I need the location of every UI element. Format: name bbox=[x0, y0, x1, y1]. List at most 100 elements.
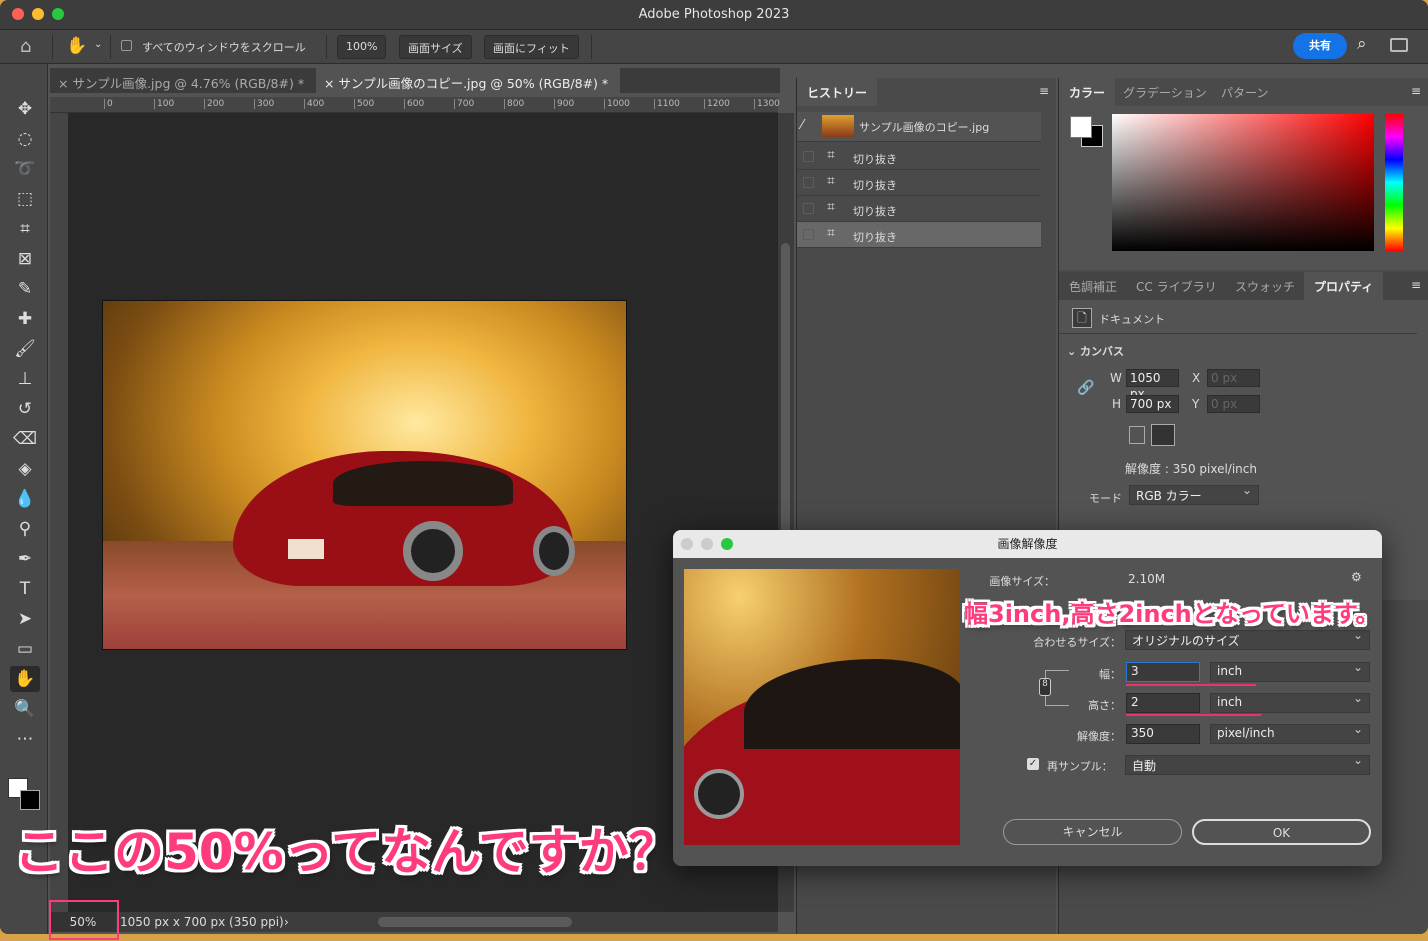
move-tool-icon[interactable]: ✥ bbox=[10, 96, 40, 122]
status-bar: 50% 1050 px x 700 px (350 ppi) › bbox=[50, 912, 778, 932]
ruler-tick-label: 1300 bbox=[754, 99, 780, 109]
tab-gradient[interactable]: グラデーション bbox=[1113, 78, 1217, 106]
pen-tool-icon[interactable]: ✒ bbox=[10, 546, 40, 572]
ruler-tick-label: 600 bbox=[404, 99, 424, 109]
resolution-unit-select[interactable]: pixel/inch bbox=[1210, 722, 1370, 744]
canvas-section-toggle[interactable]: ⌄ カンバス bbox=[1067, 343, 1124, 359]
dialog-zoom-button[interactable] bbox=[721, 538, 733, 550]
dialog-minimize-button bbox=[701, 538, 713, 550]
width-underline-annotation bbox=[1126, 684, 1256, 686]
tab-pattern[interactable]: パターン bbox=[1211, 78, 1278, 106]
history-item[interactable]: ⌗ 切り抜き bbox=[797, 170, 1041, 196]
tab-swatches[interactable]: スウォッチ bbox=[1225, 272, 1305, 300]
hue-slider[interactable] bbox=[1385, 114, 1403, 251]
brush-tool-icon[interactable]: 🖌 bbox=[10, 336, 40, 362]
screen-size-button[interactable]: 画面サイズ bbox=[399, 35, 472, 59]
color-mode-select[interactable]: RGB カラー bbox=[1129, 483, 1259, 505]
gear-icon[interactable]: ⚙ bbox=[1351, 570, 1362, 584]
tab-color[interactable]: カラー bbox=[1059, 78, 1116, 106]
search-icon[interactable]: ⌕ bbox=[1357, 34, 1367, 54]
path-select-icon[interactable]: ➤ bbox=[10, 606, 40, 632]
width-input[interactable]: 3 bbox=[1126, 662, 1200, 682]
marquee-tool-icon[interactable]: ◌ bbox=[10, 126, 40, 152]
status-menu-arrow[interactable]: › bbox=[284, 915, 289, 929]
width-unit-select[interactable]: inch bbox=[1210, 660, 1370, 682]
document-image bbox=[102, 300, 627, 650]
scroll-all-label: すべてのウィンドウをスクロール bbox=[142, 41, 306, 54]
tab-cc-libraries[interactable]: CC ライブラリ bbox=[1126, 272, 1227, 300]
zoom-tool-icon[interactable]: 🔍 bbox=[10, 696, 40, 722]
height-underline-annotation bbox=[1126, 714, 1261, 716]
height-input[interactable]: 2 bbox=[1126, 693, 1200, 713]
home-icon[interactable]: ⌂ bbox=[20, 36, 31, 57]
resolution-input[interactable]: 350 bbox=[1126, 724, 1200, 744]
rectangle-tool-icon[interactable]: ▭ bbox=[10, 636, 40, 662]
eraser-tool-icon[interactable]: ⌫ bbox=[10, 426, 40, 452]
dialog-annotation: 幅3inch,高さ2inchとなっています。 bbox=[964, 600, 1380, 628]
zoom-100-button[interactable]: 100% bbox=[337, 35, 387, 59]
frame-tool-icon[interactable]: ⊠ bbox=[10, 246, 40, 272]
foreground-color-swatch[interactable] bbox=[1070, 116, 1092, 138]
crop-icon: ⌗ bbox=[827, 199, 835, 215]
history-item[interactable]: ⌗ 切り抜き bbox=[797, 222, 1041, 248]
type-tool-icon[interactable]: T bbox=[10, 576, 40, 602]
link-icon[interactable]: 🔗 bbox=[1077, 380, 1094, 396]
more-tools-icon[interactable]: ⋯ bbox=[10, 726, 40, 752]
title-bar: Adobe Photoshop 2023 bbox=[0, 0, 1428, 30]
hand-tool-icon[interactable]: ✋ bbox=[66, 36, 87, 56]
crop-tool-icon[interactable]: ⌗ bbox=[10, 216, 40, 242]
history-item[interactable]: ⌗ 切り抜き bbox=[797, 144, 1041, 170]
window-title: Adobe Photoshop 2023 bbox=[638, 7, 790, 22]
stamp-tool-icon[interactable]: ⊥ bbox=[10, 366, 40, 392]
fit-to-select[interactable]: オリジナルのサイズ bbox=[1125, 628, 1370, 650]
image-preview[interactable] bbox=[684, 569, 960, 845]
history-checkbox[interactable] bbox=[803, 151, 814, 162]
history-checkbox[interactable] bbox=[803, 229, 814, 240]
history-checkbox[interactable] bbox=[803, 203, 814, 214]
scroll-all-checkbox[interactable] bbox=[121, 40, 132, 51]
zoom-highlight-box bbox=[49, 900, 119, 940]
panel-menu-icon[interactable]: ≡ bbox=[1411, 278, 1421, 292]
eyedropper-tool-icon[interactable]: ✎ bbox=[10, 276, 40, 302]
dodge-tool-icon[interactable]: ⚲ bbox=[10, 516, 40, 542]
paint-bucket-icon[interactable]: ◈ bbox=[10, 456, 40, 482]
canvas-x-field[interactable]: 0 px bbox=[1207, 369, 1260, 387]
share-button[interactable]: 共有 bbox=[1293, 33, 1347, 59]
blur-tool-icon[interactable]: 💧 bbox=[10, 486, 40, 512]
panel-menu-icon[interactable]: ≡ bbox=[1039, 84, 1049, 98]
tab-history[interactable]: ヒストリー bbox=[797, 78, 878, 106]
tab-adjustments[interactable]: 色調補正 bbox=[1059, 272, 1127, 300]
tab-sample-image[interactable]: × サンプル画像.jpg @ 4.76% (RGB/8#) * bbox=[50, 68, 316, 93]
tab-properties[interactable]: プロパティ bbox=[1304, 272, 1384, 300]
lasso-tool-icon[interactable]: ➰ bbox=[10, 156, 40, 182]
cancel-button[interactable]: キャンセル bbox=[1003, 819, 1182, 845]
canvas-height-field[interactable]: 700 px bbox=[1126, 395, 1179, 413]
history-item[interactable]: ⌗ 切り抜き bbox=[797, 196, 1041, 222]
height-unit-select[interactable]: inch bbox=[1210, 691, 1370, 713]
history-brush-icon[interactable]: ↺ bbox=[10, 396, 40, 422]
canvas-y-field[interactable]: 0 px bbox=[1207, 395, 1260, 413]
healing-brush-icon[interactable]: ✚ bbox=[10, 306, 40, 332]
horizontal-scrollbar[interactable] bbox=[378, 917, 572, 927]
object-select-tool-icon[interactable]: ⬚ bbox=[10, 186, 40, 212]
close-icon[interactable]: × bbox=[58, 76, 72, 91]
landscape-orientation-icon[interactable] bbox=[1151, 424, 1175, 446]
history-checkbox[interactable] bbox=[803, 177, 814, 188]
ruler-tick-label: 300 bbox=[254, 99, 274, 109]
chevron-down-icon[interactable]: ⌄ bbox=[94, 39, 102, 50]
background-color-swatch[interactable] bbox=[20, 790, 40, 810]
color-field[interactable] bbox=[1112, 114, 1374, 251]
tab-sample-image-copy[interactable]: × サンプル画像のコピー.jpg @ 50% (RGB/8#) * bbox=[316, 68, 620, 93]
ok-button[interactable]: OK bbox=[1192, 819, 1371, 845]
resample-checkbox[interactable]: ✓ bbox=[1027, 758, 1039, 770]
close-icon[interactable]: × bbox=[324, 76, 338, 91]
dialog-close-button[interactable] bbox=[681, 538, 693, 550]
resample-select[interactable]: 自動 bbox=[1125, 753, 1370, 775]
history-snapshot[interactable]: ⁄ サンプル画像のコピー.jpg bbox=[797, 112, 1041, 142]
workspace-icon[interactable] bbox=[1390, 38, 1408, 52]
canvas-width-field[interactable]: 1050 px bbox=[1126, 369, 1179, 401]
panel-menu-icon[interactable]: ≡ bbox=[1411, 84, 1421, 98]
fit-screen-button[interactable]: 画面にフィット bbox=[484, 35, 579, 59]
portrait-orientation-icon[interactable] bbox=[1129, 426, 1145, 444]
hand-tool-icon[interactable]: ✋ bbox=[10, 666, 40, 692]
